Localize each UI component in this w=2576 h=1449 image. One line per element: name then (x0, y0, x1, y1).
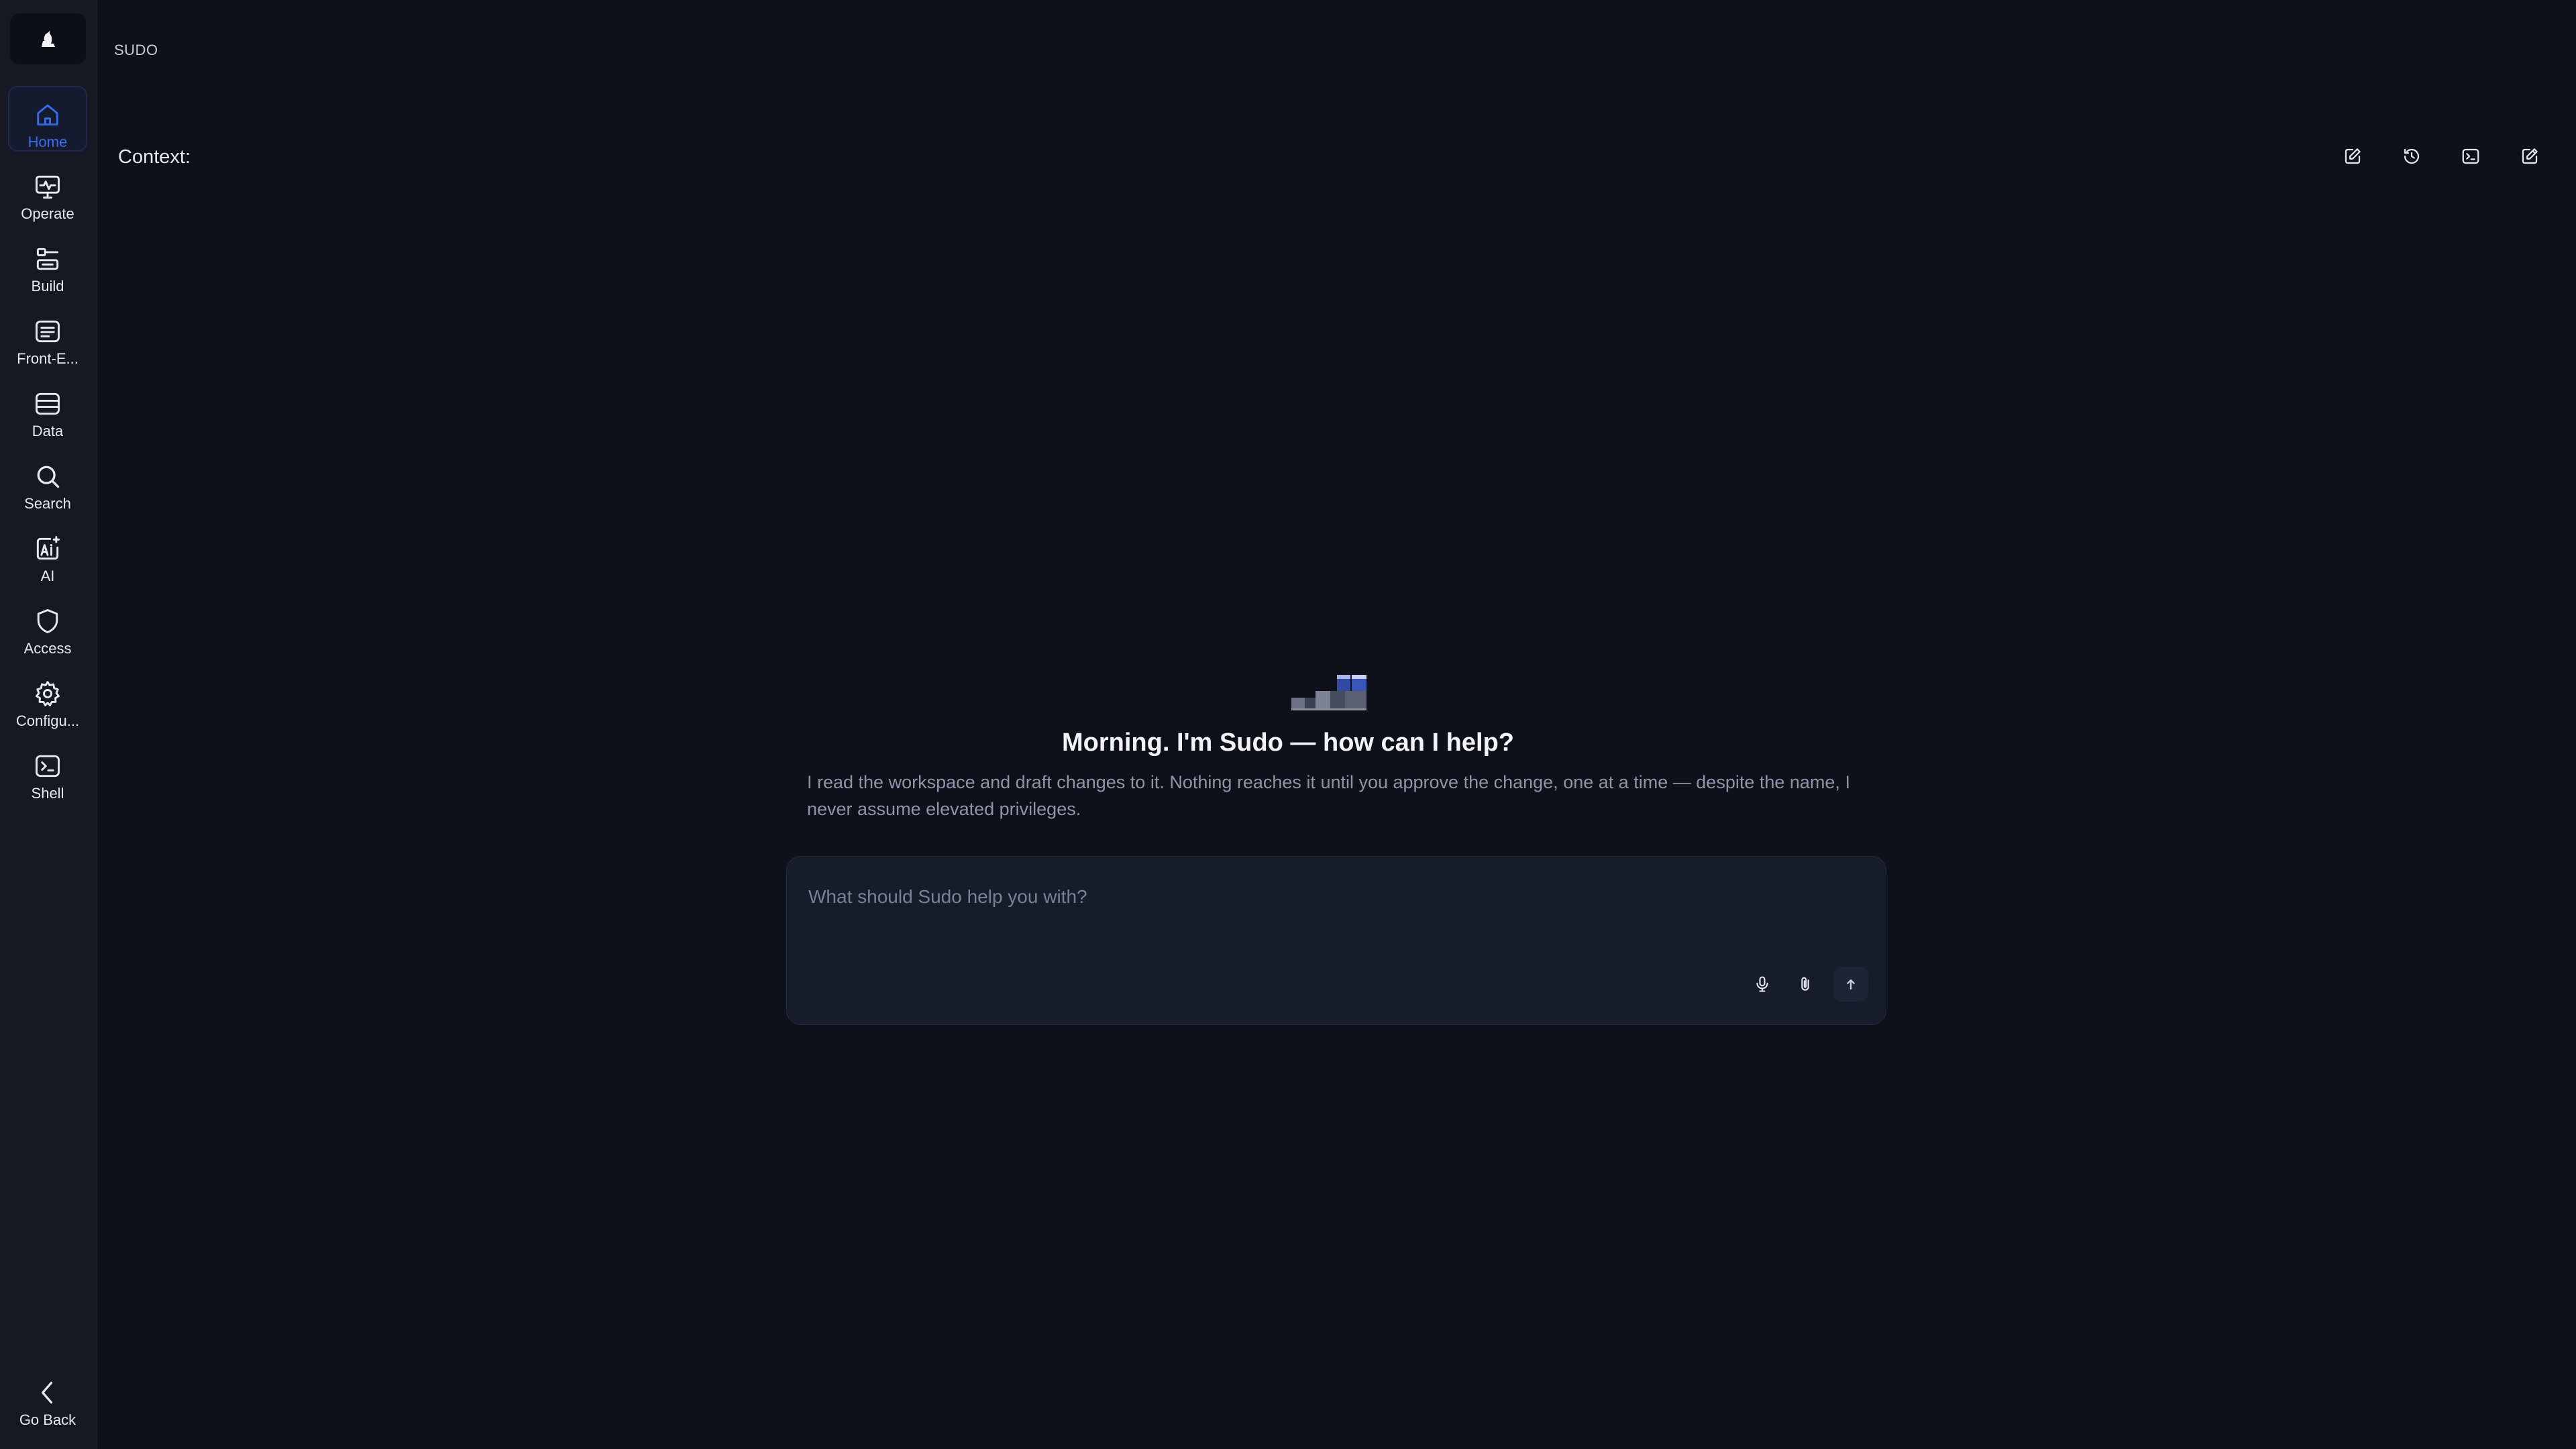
chevron-left-icon (42, 1381, 53, 1404)
app-logo[interactable] (10, 13, 86, 64)
go-back-button[interactable]: Go Back (8, 1368, 87, 1436)
sidebar-item-label: AI (40, 568, 55, 584)
sidebar-item-label: Front-E... (17, 350, 78, 367)
ai-sparkle-icon (36, 536, 60, 560)
attach-button[interactable] (1788, 967, 1823, 1002)
microphone-icon (1756, 976, 1768, 992)
sidebar-item-build[interactable]: Build (8, 231, 87, 297)
steps-illustration (1291, 675, 1366, 710)
edit-button[interactable] (2336, 140, 2369, 173)
sidebar-item-label: Access (23, 640, 72, 657)
sidebar-item-configuration[interactable]: Configu... (8, 665, 87, 731)
sidebar-item-home[interactable]: Home (8, 86, 87, 152)
sidebar-item-label: Shell (31, 785, 64, 802)
new-chat-button[interactable] (2513, 140, 2546, 173)
new-chat-icon (2522, 148, 2538, 164)
paperclip-icon (1801, 977, 1809, 991)
edit-icon (2345, 148, 2361, 164)
prompt-input[interactable] (807, 877, 1854, 917)
sidebar-item-search[interactable]: Search (8, 448, 87, 514)
history-button[interactable] (2395, 140, 2428, 173)
send-button[interactable] (1833, 967, 1868, 1002)
sidebar-item-access[interactable]: Access (8, 593, 87, 659)
build-icon (36, 248, 59, 270)
terminal-icon (2462, 148, 2479, 164)
go-back-label: Go Back (19, 1411, 76, 1428)
database-icon (36, 392, 60, 415)
hero-subtitle: I read the workspace and draft changes t… (807, 772, 1850, 819)
sidebar-item-label: Home (28, 133, 68, 150)
logo-icon (41, 31, 55, 47)
sidebar-item-label: Operate (21, 205, 74, 222)
gear-icon (36, 681, 60, 706)
sidebar-item-label: Data (32, 423, 64, 439)
composer (786, 856, 1886, 1025)
shield-icon (37, 609, 58, 633)
arrow-up-icon (1847, 979, 1855, 990)
history-icon (2404, 148, 2420, 164)
sidebar-item-label: Build (31, 278, 64, 294)
microphone-button[interactable] (1745, 967, 1780, 1002)
sidebar-item-data[interactable]: Data (8, 376, 87, 441)
sidebar-item-operate[interactable]: Operate (8, 158, 87, 224)
hero-title: Morning. I'm Sudo — how can I help? (1061, 729, 1515, 757)
home-icon (37, 104, 58, 126)
breadcrumb: SUDO (114, 42, 158, 58)
sidebar: Home Operate Build Front-E... Data Searc… (0, 0, 97, 1449)
monitor-pulse-icon (36, 175, 60, 199)
terminal-button[interactable] (2454, 140, 2487, 173)
sidebar-item-front-end[interactable]: Front-E... (8, 303, 87, 369)
sidebar-item-label: Configu... (15, 712, 80, 729)
sidebar-item-label: Search (24, 495, 71, 512)
search-icon (37, 466, 60, 488)
context-label: Context: (118, 146, 191, 168)
sidebar-item-ai[interactable]: AI (8, 521, 87, 586)
front-end-icon (36, 320, 60, 343)
